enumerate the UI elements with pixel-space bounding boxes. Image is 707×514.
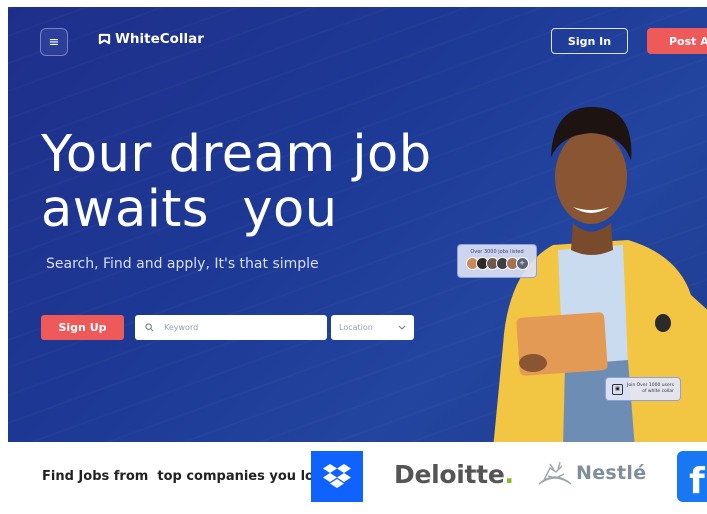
post-job-button[interactable]: Post A job bbox=[647, 28, 707, 54]
jobs-listed-card: Over 3000 jobs listed + bbox=[457, 244, 537, 278]
headline-line-2: awaits you bbox=[41, 180, 338, 239]
location-placeholder: Location bbox=[339, 323, 373, 332]
facebook-icon: f bbox=[689, 461, 705, 502]
sign-in-button[interactable]: Sign In bbox=[551, 28, 628, 54]
jobs-listed-text: Over 3000 jobs listed bbox=[470, 249, 524, 255]
companies-title: Find Jobs from top companies you love bbox=[42, 469, 332, 484]
logo[interactable]: WhiteCollar bbox=[98, 31, 204, 47]
hamburger-icon: ≡ bbox=[48, 34, 60, 50]
hero-section: ≡ WhiteCollar Sign In Post A job Your dr… bbox=[8, 7, 707, 442]
keyword-input[interactable] bbox=[162, 322, 316, 333]
headline-line-1: Your dream job bbox=[41, 125, 432, 184]
companies-strip: Find Jobs from top companies you love De… bbox=[8, 442, 707, 512]
sign-up-button[interactable]: Sign Up bbox=[41, 315, 124, 340]
logo-text: WhiteCollar bbox=[115, 31, 204, 47]
more-avatars-badge: + bbox=[515, 257, 529, 270]
nestle-wordmark: Nestlé bbox=[576, 462, 647, 484]
keyword-search-box[interactable] bbox=[135, 315, 327, 340]
nestle-nest-icon bbox=[538, 461, 572, 485]
join-users-text: Join Over 1000 users of white collar bbox=[627, 383, 674, 394]
dropbox-logo[interactable] bbox=[311, 451, 363, 502]
hero-headline: Your dream job awaits you bbox=[41, 127, 432, 237]
location-select[interactable]: Location bbox=[331, 315, 414, 340]
avatar-group: + bbox=[458, 257, 536, 270]
whitecollar-logo-icon bbox=[98, 33, 111, 44]
search-icon bbox=[145, 323, 154, 332]
briefcase-icon: ▣ bbox=[612, 383, 623, 395]
deloitte-logo[interactable]: Deloitte. bbox=[394, 460, 514, 489]
join-users-card: ▣ Join Over 1000 users of white collar bbox=[605, 377, 681, 401]
nestle-logo[interactable]: Nestlé bbox=[536, 458, 646, 488]
hamburger-menu-button[interactable]: ≡ bbox=[40, 28, 68, 56]
hero-subheadline: Search, Find and apply, It's that simple bbox=[46, 256, 319, 272]
chevron-down-icon bbox=[398, 325, 406, 330]
facebook-logo[interactable]: f bbox=[677, 451, 707, 502]
dropbox-icon bbox=[323, 464, 351, 488]
